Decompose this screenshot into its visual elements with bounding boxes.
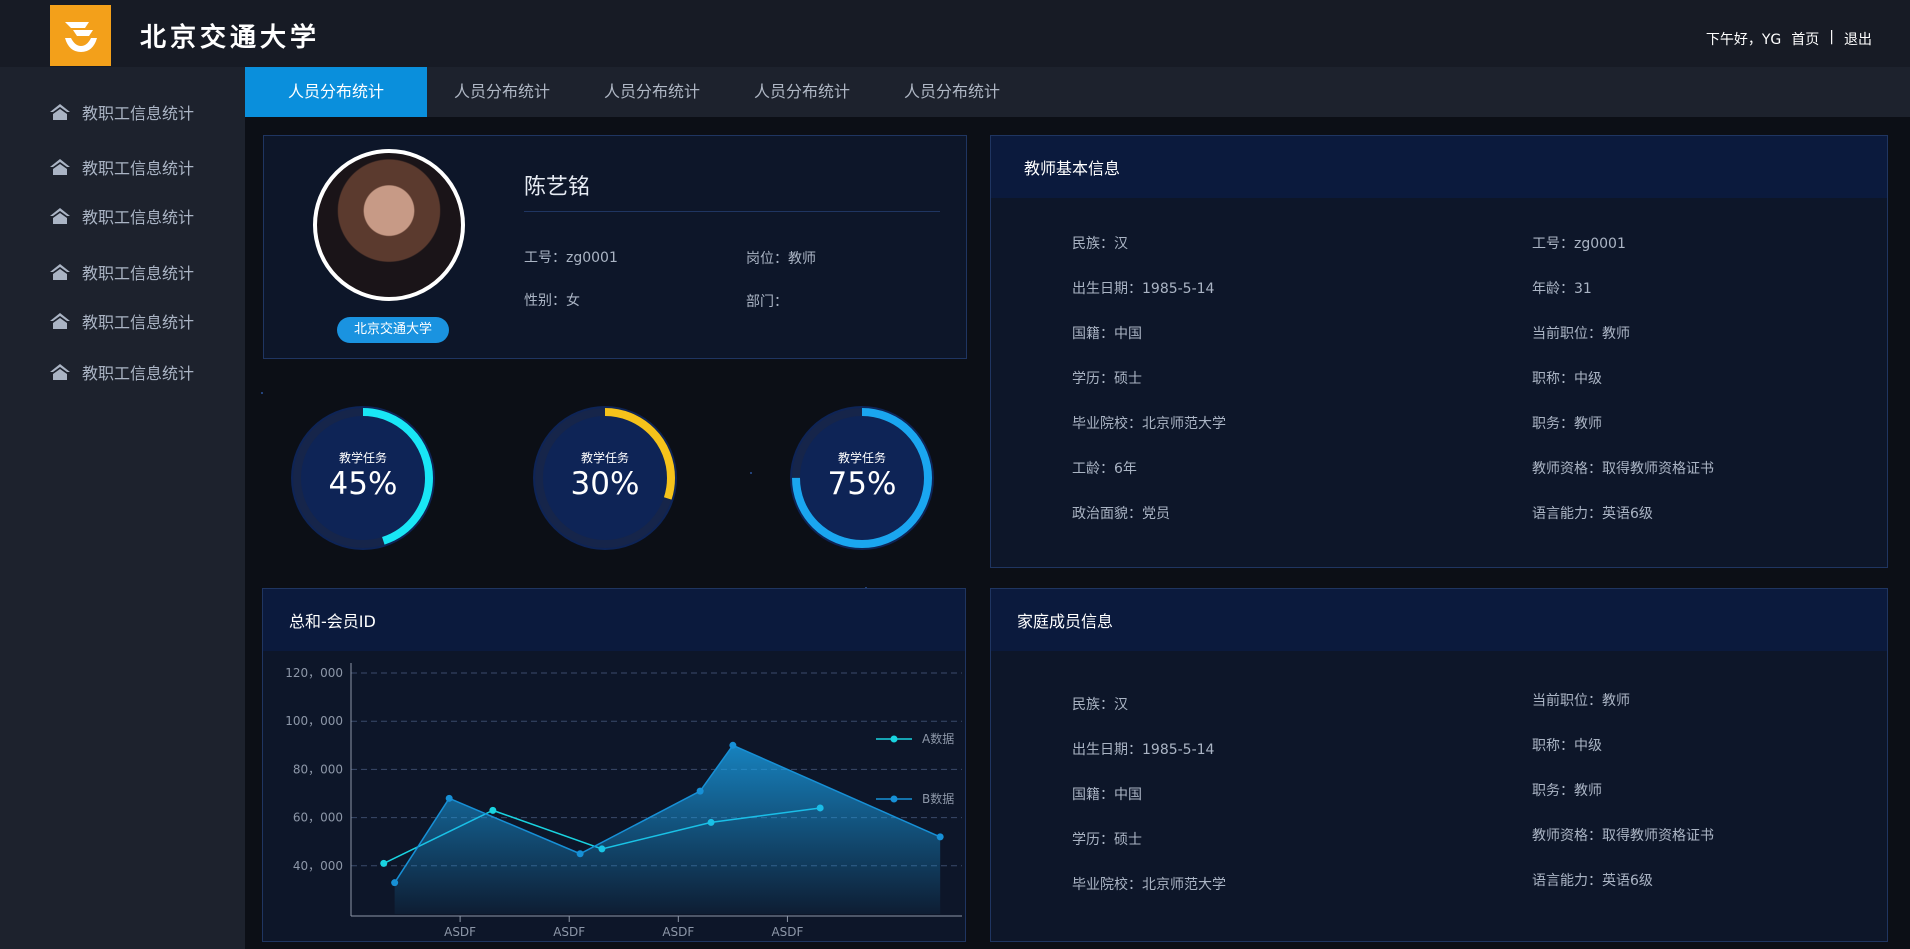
sidebar-item-staff-stats-6[interactable]: 教职工信息统计 (48, 360, 194, 384)
tab-personnel-distribution-2[interactable]: 人员分布统计 (427, 67, 577, 117)
tab-personnel-distribution-4[interactable]: 人员分布统计 (727, 67, 877, 117)
legend-marker (890, 795, 898, 803)
info-field: 语言能力：英语6级 (1532, 506, 1653, 522)
home-icon (50, 264, 70, 280)
legend-label: A数据 (922, 731, 954, 746)
info-field: 当前职位：教师 (1532, 693, 1630, 709)
y-tick-label: 100，000 (285, 714, 343, 728)
line-chart: 120，000 100，000 80，000 60，000 40，000 ASDF ASDF… (285, 663, 962, 939)
info-field: 职称：中级 (1532, 738, 1602, 754)
data-point[interactable] (391, 879, 399, 887)
sidebar-item-staff-stats-5[interactable]: 教职工信息统计 (48, 309, 194, 333)
sidebar-item-staff-stats-3[interactable]: 教职工信息统计 (48, 204, 194, 228)
info-field: 职务：教师 (1532, 416, 1602, 432)
info-field: 毕业院校：北京师范大学 (1072, 416, 1226, 432)
user-area: 下午好，YG 首页 | 退出 (1706, 29, 1872, 49)
data-point[interactable] (729, 741, 737, 749)
gauge-label: 教学任务 (338, 451, 387, 465)
gauge-value: 30% (570, 466, 640, 502)
sidebar-item-label: 教职工信息统计 (82, 159, 195, 178)
info-field: 国籍：中国 (1072, 787, 1142, 803)
gauge-value: 75% (827, 466, 897, 502)
university-logo[interactable] (50, 5, 111, 66)
school-badge: 北京交通大学 (337, 317, 449, 343)
x-tick-label: ASDF (444, 925, 476, 939)
greeting-text: 下午好，YG (1705, 32, 1782, 48)
tab-bar: 人员分布统计 人员分布统计 人员分布统计 人员分布统计 人员分布统计 (245, 67, 1910, 117)
sidebar: 教职工信息统计 教职工信息统计 教职工信息统计 教职工信息统计 教职工信息统计 … (0, 67, 245, 949)
sidebar-item-staff-stats-4[interactable]: 教职工信息统计 (48, 260, 194, 284)
sidebar-item-label: 教职工信息统计 (82, 364, 195, 383)
info-field: 年龄：31 (1532, 281, 1592, 297)
tab-personnel-distribution-1[interactable]: 人员分布统计 (245, 67, 427, 117)
gauge-value: 45% (328, 466, 398, 502)
gauge-label: 教学任务 (580, 451, 629, 465)
info-field: 工号：zg0001 (1532, 236, 1626, 252)
y-tick-label: 60，000 (293, 811, 343, 825)
sidebar-item-label: 教职工信息统计 (82, 313, 195, 332)
y-tick-label: 40，000 (293, 859, 343, 873)
person-name: 陈艺铭 (524, 175, 591, 200)
panel-title: 家庭成员信息 (991, 589, 1887, 651)
university-name: 北京交通大学 (140, 23, 321, 53)
legend-marker (890, 735, 898, 743)
top-bar: 北京交通大学 下午好，YG 首页 | 退出 (0, 0, 1910, 67)
info-field: 毕业院校：北京师范大学 (1072, 877, 1226, 893)
x-tick-label: ASDF (662, 925, 694, 939)
panel-title: 总和-会员ID (263, 589, 965, 651)
home-icon (50, 104, 70, 120)
home-link[interactable]: 首页 (1791, 29, 1819, 49)
info-field: 国籍：中国 (1072, 326, 1142, 342)
logo-icon (64, 21, 97, 52)
sidebar-item-staff-stats-1[interactable]: 教职工信息统计 (48, 100, 194, 124)
tab-personnel-distribution-3[interactable]: 人员分布统计 (577, 67, 727, 117)
info-field: 工龄：6年 (1072, 461, 1137, 477)
tab-personnel-distribution-5[interactable]: 人员分布统计 (877, 67, 1027, 117)
y-tick-label: 80，000 (293, 762, 343, 776)
info-field: 民族：汉 (1072, 236, 1128, 252)
avatar (313, 149, 465, 301)
separator: | (1829, 29, 1834, 45)
logout-link[interactable]: 退出 (1844, 29, 1872, 49)
x-tick-label: ASDF (771, 925, 803, 939)
info-field: 政治面貌：党员 (1072, 506, 1170, 522)
department: 部门： (746, 294, 788, 310)
home-icon (50, 364, 70, 380)
legend-label: B数据 (922, 791, 954, 806)
sidebar-item-staff-stats-2[interactable]: 教职工信息统计 (48, 155, 194, 179)
data-point[interactable] (576, 850, 584, 858)
gender: 性别：女 (524, 293, 580, 309)
info-field: 当前职位：教师 (1532, 326, 1630, 342)
home-icon (50, 313, 70, 329)
info-field: 职称：中级 (1532, 371, 1602, 387)
sidebar-item-label: 教职工信息统计 (82, 104, 195, 123)
y-tick-label: 120，000 (285, 666, 343, 680)
info-field: 职务：教师 (1532, 783, 1602, 799)
data-point[interactable] (489, 806, 497, 814)
divider (524, 211, 940, 212)
data-point[interactable] (380, 859, 388, 867)
x-tick-label: ASDF (553, 925, 585, 939)
info-field: 学历：硕士 (1072, 832, 1142, 848)
data-point[interactable] (936, 833, 944, 841)
info-field: 民族：汉 (1072, 697, 1128, 713)
gauge-label: 教学任务 (837, 451, 886, 465)
employee-id: 工号：zg0001 (524, 250, 618, 266)
sidebar-item-label: 教职工信息统计 (82, 264, 195, 283)
data-point[interactable] (445, 794, 453, 802)
info-field: 出生日期：1985-5-14 (1072, 742, 1215, 758)
info-field: 教师资格：取得教师资格证书 (1532, 828, 1714, 844)
info-field: 出生日期：1985-5-14 (1072, 281, 1215, 297)
data-point[interactable] (696, 787, 704, 795)
home-icon (50, 159, 70, 175)
info-field: 教师资格：取得教师资格证书 (1532, 461, 1714, 477)
sidebar-item-label: 教职工信息统计 (82, 208, 195, 227)
series-area (394, 745, 941, 914)
home-icon (50, 208, 70, 224)
panel-title: 教师基本信息 (991, 136, 1887, 198)
info-field: 学历：硕士 (1072, 371, 1142, 387)
info-field: 语言能力：英语6级 (1532, 873, 1653, 889)
position: 岗位：教师 (746, 251, 816, 267)
